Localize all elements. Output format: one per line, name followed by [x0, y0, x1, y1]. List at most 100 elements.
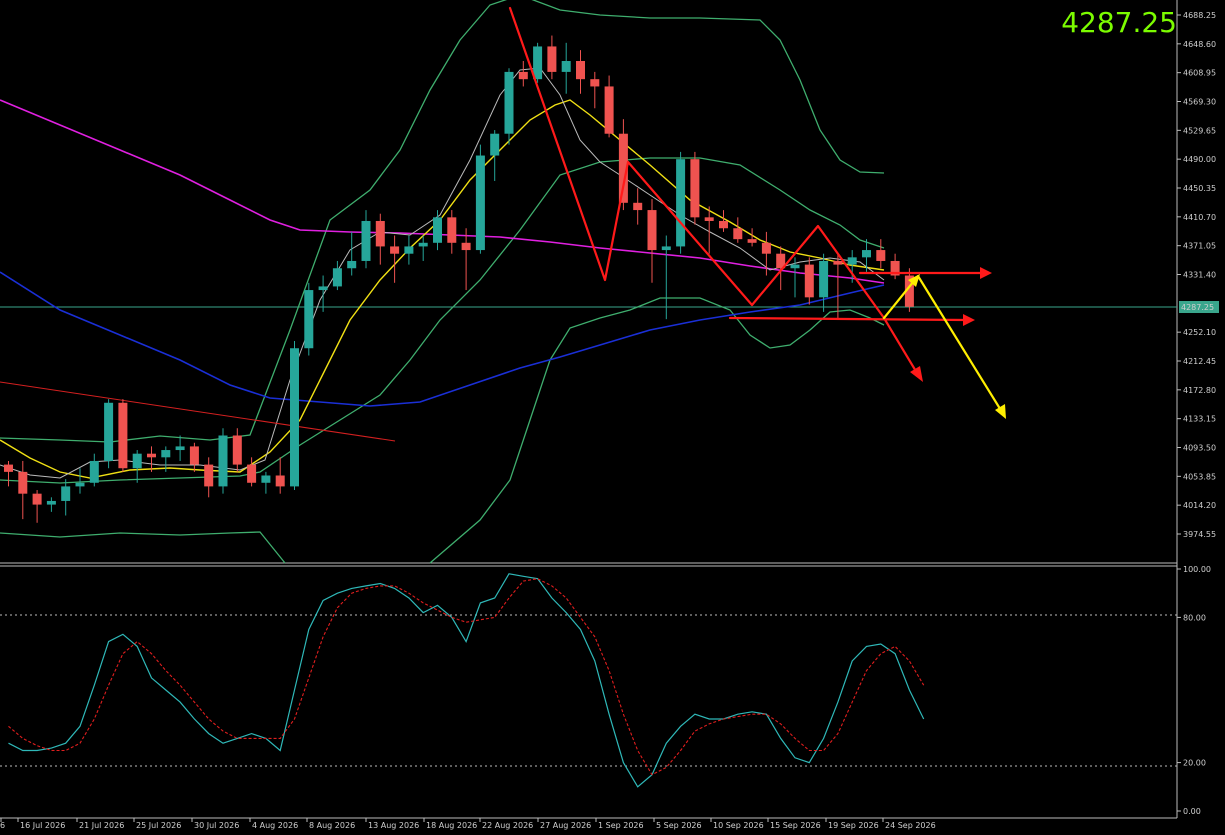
candle-body: [332, 268, 342, 287]
price-tick-label: 4648.60: [1183, 40, 1216, 49]
candle-body: [461, 242, 471, 251]
candle-body: [690, 159, 700, 218]
price-tick-label: 4410.70: [1183, 213, 1216, 222]
candle-body: [847, 257, 857, 265]
candle-body: [447, 217, 457, 243]
candle-body: [704, 217, 714, 221]
candle-body: [533, 46, 543, 80]
candle-body: [161, 450, 171, 458]
candle-body: [404, 246, 414, 254]
candle-body: [375, 220, 385, 247]
price-tick-label: 4331.40: [1183, 271, 1216, 280]
candle-body: [790, 264, 800, 269]
candle-body: [504, 71, 514, 134]
candle-body: [232, 435, 242, 465]
candle-body: [518, 71, 528, 80]
candle-body: [547, 46, 557, 72]
candle-body: [733, 228, 743, 240]
date-tick-label: 19 Sep 2026: [828, 821, 879, 830]
candle-body: [104, 402, 114, 461]
stoch-tick-label: 0.00: [1183, 807, 1201, 816]
candle-body: [676, 159, 686, 247]
date-tick-label: 15 Sep 2026: [770, 821, 821, 830]
candle-body: [32, 493, 42, 505]
candle-body: [633, 202, 643, 211]
date-tick-label: 16 Jul 2026: [20, 821, 65, 830]
candle-body: [490, 133, 500, 156]
candle-body: [304, 290, 314, 349]
candle-body: [719, 220, 728, 229]
candle-body: [147, 453, 156, 458]
candle-body: [261, 475, 271, 483]
candle-body: [89, 460, 99, 483]
date-tick-label: 13 Aug 2026: [368, 821, 419, 830]
date-tick-label: 10 Sep 2026: [713, 821, 764, 830]
candle-body: [46, 500, 56, 505]
date-tick-label: 22 Aug 2026: [482, 821, 533, 830]
candle-body: [647, 210, 657, 251]
price-tick-label: 4688.25: [1183, 11, 1216, 20]
date-tick-label: 1 Sep 2026: [598, 821, 644, 830]
date-tick-label: 27 Aug 2026: [540, 821, 591, 830]
candle-body: [475, 155, 485, 251]
candle-body: [218, 435, 228, 487]
candle-body: [4, 464, 13, 472]
candle-body: [361, 220, 371, 261]
candle-body: [747, 239, 757, 243]
price-tick-label: 4133.15: [1183, 415, 1216, 424]
price-tick-label: 4529.65: [1183, 126, 1216, 135]
price-chart: 4688.25 4648.60 4608.95 4569.30 4529.65 4490.…: [0, 0, 1225, 835]
candle-body: [18, 471, 28, 494]
candle-body: [804, 264, 814, 298]
date-tick-label: 21 Jul 2026: [79, 821, 124, 830]
stoch-tick-label: 20.00: [1183, 759, 1206, 768]
stoch-tick-label: 100.00: [1183, 565, 1211, 574]
price-tick-label: 4490.00: [1183, 155, 1216, 164]
candle-body: [833, 260, 843, 265]
candle-body: [75, 482, 85, 487]
current-price-tag: 4287.25: [1181, 303, 1214, 312]
candle-body: [275, 475, 285, 487]
candle-body: [118, 402, 128, 469]
date-tick-label: 6: [0, 821, 5, 830]
date-tick-label: 30 Jul 2026: [194, 821, 239, 830]
candle-body: [819, 260, 829, 298]
candle-body: [604, 86, 614, 134]
price-tick-label: 4450.35: [1183, 184, 1216, 193]
candle-body: [175, 446, 185, 451]
stoch-tick-label: 80.00: [1183, 613, 1206, 622]
candle-body: [247, 464, 257, 483]
candle-body: [189, 446, 199, 465]
candle-body: [590, 79, 600, 87]
candle-body: [761, 242, 771, 254]
candle-body: [862, 250, 871, 258]
candle-body: [661, 246, 671, 251]
price-tick-label: 3974.55: [1183, 530, 1216, 539]
price-tick-label: 4569.30: [1183, 98, 1216, 107]
candle-body: [290, 348, 299, 487]
candle-body: [61, 486, 71, 501]
price-tick-label: 4371.05: [1183, 242, 1216, 251]
date-tick-label: 25 Jul 2026: [136, 821, 181, 830]
date-tick-label: 18 Aug 2026: [426, 821, 477, 830]
price-readout: 4287.25: [1061, 6, 1177, 39]
price-tick-label: 4608.95: [1183, 69, 1216, 78]
candle-body: [132, 453, 142, 469]
candle-body: [347, 260, 357, 269]
price-tick-label: 4172.80: [1183, 386, 1216, 395]
candle-body: [418, 242, 428, 247]
candle-body: [433, 217, 442, 243]
candle-body: [318, 286, 328, 291]
date-tick-label: 5 Sep 2026: [656, 821, 702, 830]
price-tick-label: 4053.85: [1183, 472, 1216, 481]
price-tick-label: 4212.45: [1183, 357, 1216, 366]
candle-body: [576, 60, 585, 80]
date-tick-label: 24 Sep 2026: [885, 821, 936, 830]
date-tick-label: 8 Aug 2026: [309, 821, 355, 830]
candle-body: [561, 60, 571, 72]
price-tick-label: 4014.20: [1183, 501, 1216, 510]
candle-body: [390, 246, 400, 254]
price-tick-label: 4252.10: [1183, 328, 1216, 337]
candle-body: [204, 464, 214, 487]
date-tick-label: 4 Aug 2026: [252, 821, 298, 830]
